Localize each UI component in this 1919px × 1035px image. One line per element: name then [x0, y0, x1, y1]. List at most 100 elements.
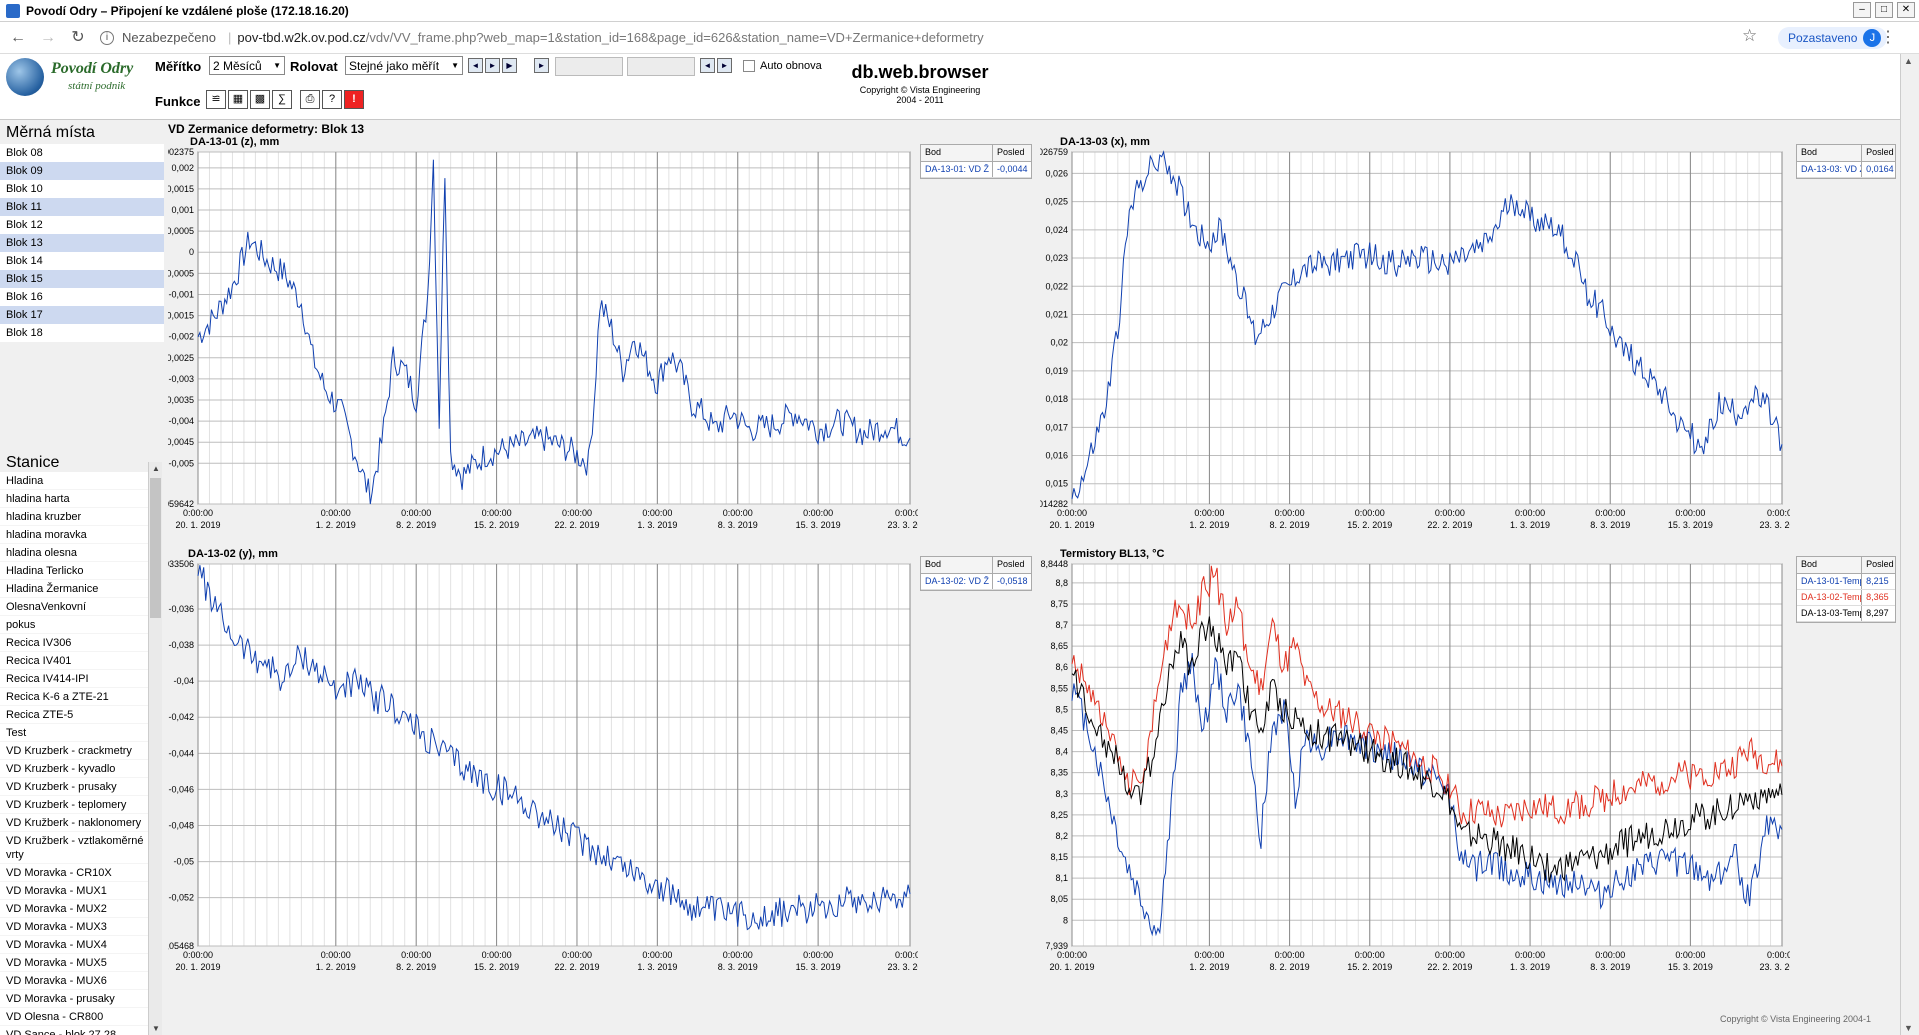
- station-item[interactable]: VD Olesna - CR800: [0, 1008, 148, 1026]
- x-tick-time-label: 0:00:00: [1057, 508, 1087, 518]
- station-item[interactable]: Test: [0, 724, 148, 742]
- more-menu-icon[interactable]: ⋮: [1880, 27, 1896, 47]
- x-tick-date-label: 8. 3. 2019: [1590, 962, 1630, 972]
- chevron-down-icon: ▼: [273, 61, 281, 70]
- measure-point-item[interactable]: Blok 18: [0, 324, 164, 342]
- station-item[interactable]: VD Moravka - MUX1: [0, 882, 148, 900]
- date-next-button[interactable]: ►: [717, 58, 732, 73]
- station-item[interactable]: pokus: [0, 616, 148, 634]
- scale-select[interactable]: 2 Měsíců ▼: [209, 56, 285, 75]
- station-item[interactable]: VD Kružberk - naklonomery: [0, 814, 148, 832]
- station-item[interactable]: VD Moravka - MUX2: [0, 900, 148, 918]
- station-item[interactable]: hladina harta: [0, 490, 148, 508]
- measure-point-item[interactable]: Blok 12: [0, 216, 164, 234]
- station-item[interactable]: VD Moravka - MUX4: [0, 936, 148, 954]
- measure-point-item[interactable]: Blok 09: [0, 162, 164, 180]
- stations-scrollbar[interactable]: ▲ ▼: [148, 462, 162, 1035]
- statistics-icon[interactable]: ∑: [272, 90, 292, 109]
- station-item[interactable]: VD Moravka - MUX6: [0, 972, 148, 990]
- x-tick-date-label: 23. 3. 2019: [887, 520, 918, 530]
- station-item[interactable]: hladina kruzber: [0, 508, 148, 526]
- scroll-select[interactable]: Stejné jako měřít ▼: [345, 56, 463, 75]
- info-icon[interactable]: i: [100, 30, 114, 45]
- close-button[interactable]: ✕: [1897, 2, 1915, 18]
- bookmark-star-icon[interactable]: ☆: [1742, 26, 1757, 46]
- y-tick-label: -0,0005: [168, 268, 194, 278]
- minimize-button[interactable]: –: [1853, 2, 1871, 18]
- y-tick-label: -0,044: [168, 748, 194, 758]
- measure-point-item[interactable]: Blok 08: [0, 144, 164, 162]
- url-host: pov-tbd.w2k.ov.pod.cz: [237, 30, 366, 45]
- bar-chart-icon[interactable]: ▩: [250, 90, 270, 109]
- station-item[interactable]: VD Moravka - prusaky: [0, 990, 148, 1008]
- scroll-up-icon[interactable]: ▲: [152, 464, 160, 473]
- y-tick-label: 0,0005: [168, 226, 194, 236]
- scroll-prev-button[interactable]: ►: [485, 58, 500, 73]
- x-tick-date-label: 1. 3. 2019: [637, 520, 677, 530]
- scroll-down-icon[interactable]: ▼: [1904, 1023, 1913, 1033]
- station-item[interactable]: Recica IV414-IPI: [0, 670, 148, 688]
- x-tick-date-label: 22. 2. 2019: [1427, 520, 1472, 530]
- station-item[interactable]: Hladina Terlicko: [0, 562, 148, 580]
- station-item[interactable]: Hladina: [0, 472, 148, 490]
- profile-paused-button[interactable]: Pozastaveno J: [1778, 27, 1888, 49]
- maximize-button[interactable]: □: [1875, 2, 1893, 18]
- auto-refresh-checkbox[interactable]: [743, 60, 755, 72]
- legend-header-col2: Posled: [1866, 559, 1894, 569]
- station-item[interactable]: Recica IV401: [0, 652, 148, 670]
- station-item[interactable]: Hladina Žermanice: [0, 580, 148, 598]
- scrollbar-thumb[interactable]: [150, 478, 161, 618]
- scroll-up-icon[interactable]: ▲: [1904, 56, 1913, 66]
- date-to-input[interactable]: [627, 57, 695, 76]
- y-tick-label: 0: [189, 247, 194, 257]
- x-tick-time-label: 0:00:00: [1194, 950, 1224, 960]
- scroll-next-button[interactable]: ▶: [502, 58, 517, 73]
- print-icon[interactable]: ⎙: [300, 90, 320, 109]
- scroll-down-icon[interactable]: ▼: [152, 1024, 160, 1033]
- back-arrow-icon[interactable]: ←: [6, 26, 30, 50]
- station-item[interactable]: VD Sance - blok 27 28: [0, 1026, 148, 1035]
- measure-point-item[interactable]: Blok 13: [0, 234, 164, 252]
- measure-point-item[interactable]: Blok 10: [0, 180, 164, 198]
- measure-point-item[interactable]: Blok 17: [0, 306, 164, 324]
- station-item[interactable]: hladina moravka: [0, 526, 148, 544]
- goto-end-button[interactable]: ►: [534, 58, 549, 73]
- station-item[interactable]: VD Kružberk - vztlakoměrné vrty: [0, 832, 148, 864]
- station-item[interactable]: VD Kruzberk - crackmetry: [0, 742, 148, 760]
- x-tick-date-label: 1. 2. 2019: [1189, 962, 1229, 972]
- station-item[interactable]: VD Kruzberk - teplomery: [0, 796, 148, 814]
- table-icon[interactable]: ▦: [228, 90, 248, 109]
- forward-arrow-icon[interactable]: →: [36, 26, 60, 50]
- brand-copyright: Copyright © Vista Engineering: [859, 85, 981, 95]
- x-tick-date-label: 15. 2. 2019: [1347, 520, 1392, 530]
- help-icon[interactable]: ?: [322, 90, 342, 109]
- x-tick-time-label: 0:00:00: [1435, 950, 1465, 960]
- station-item[interactable]: Recica K-6 a ZTE-21: [0, 688, 148, 706]
- x-tick-date-label: 1. 3. 2019: [1510, 520, 1550, 530]
- date-from-input[interactable]: [555, 57, 623, 76]
- station-item[interactable]: VD Moravka - MUX3: [0, 918, 148, 936]
- measure-point-item[interactable]: Blok 11: [0, 198, 164, 216]
- page-scrollbar[interactable]: ▲ ▼: [1900, 54, 1919, 1035]
- y-tick-label: 8: [1063, 915, 1068, 925]
- y-tick-label: -0,038: [168, 640, 194, 650]
- station-item[interactable]: VD Kruzberk - prusaky: [0, 778, 148, 796]
- station-item[interactable]: VD Moravka - CR10X: [0, 864, 148, 882]
- station-item[interactable]: VD Moravka - MUX5: [0, 954, 148, 972]
- x-tick-time-label: 0:00:00: [803, 508, 833, 518]
- chart-line-icon[interactable]: ≌: [206, 90, 226, 109]
- date-prev-button[interactable]: ◄: [700, 58, 715, 73]
- station-item[interactable]: Recica IV306: [0, 634, 148, 652]
- warning-icon[interactable]: !: [344, 90, 364, 109]
- measure-point-item[interactable]: Blok 16: [0, 288, 164, 306]
- station-item[interactable]: hladina olesna: [0, 544, 148, 562]
- reload-icon[interactable]: ↻: [66, 26, 90, 50]
- measure-point-item[interactable]: Blok 14: [0, 252, 164, 270]
- station-item[interactable]: Recica ZTE-5: [0, 706, 148, 724]
- station-item[interactable]: OlesnaVenkovní: [0, 598, 148, 616]
- measure-point-item[interactable]: Blok 15: [0, 270, 164, 288]
- address-bar[interactable]: i Nezabezpečeno | pov-tbd.w2k.ov.pod.cz /…: [100, 26, 1650, 50]
- station-item[interactable]: VD Kruzberk - kyvadlo: [0, 760, 148, 778]
- scroll-first-button[interactable]: ◄: [468, 58, 483, 73]
- y-tick-label: -0,048: [168, 820, 194, 830]
